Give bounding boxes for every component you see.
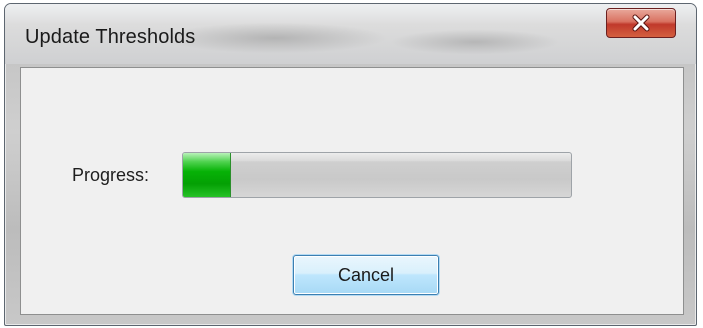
progress-bar-fill [183,153,231,197]
update-thresholds-dialog: Update Thresholds Progress: Cancel [4,3,697,326]
close-button[interactable] [606,8,676,38]
cancel-button[interactable]: Cancel [293,255,439,295]
title-bar[interactable]: Update Thresholds [5,4,696,64]
dialog-content: Progress: Cancel [20,67,684,315]
progress-bar [182,152,572,198]
close-icon [631,14,651,32]
progress-label: Progress: [72,165,150,185]
window-title: Update Thresholds [25,26,196,48]
